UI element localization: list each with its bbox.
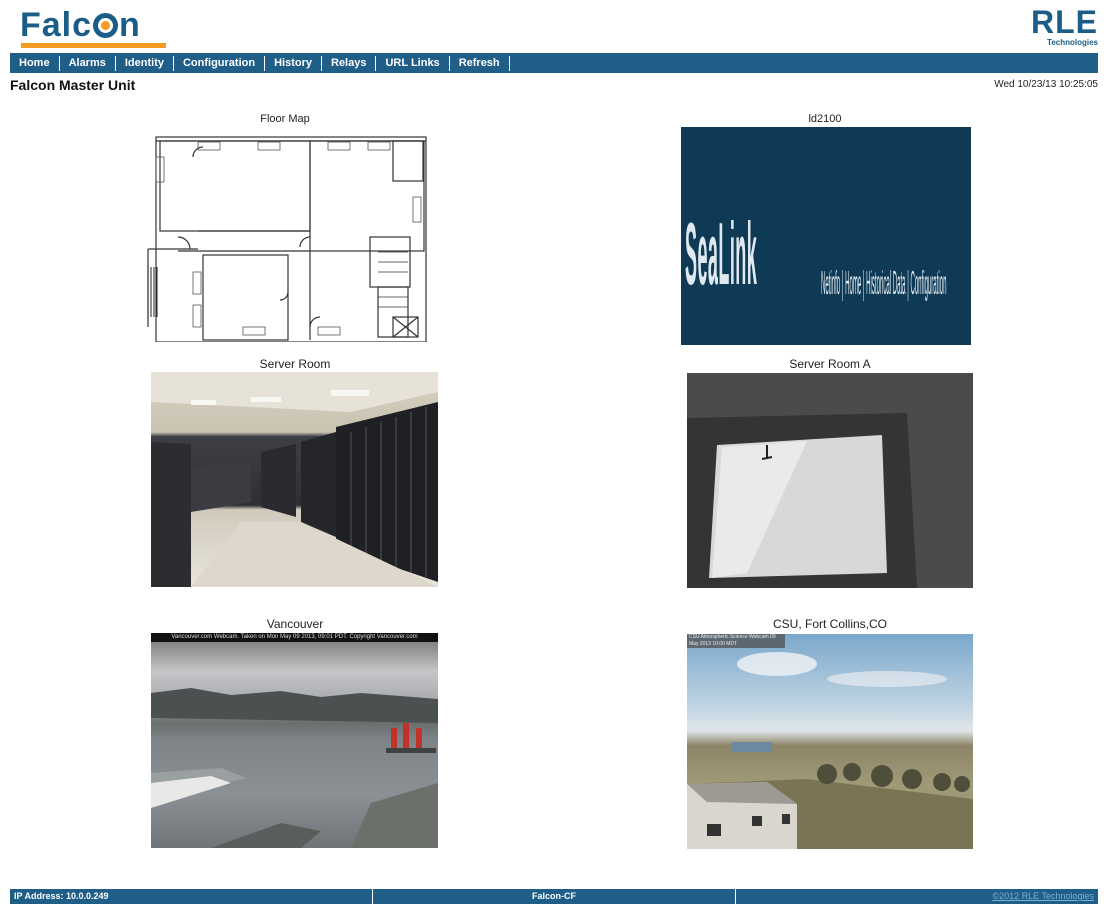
camera-tile-ld2100: ld2100 [680,112,970,126]
logo-text: Falc [20,6,93,44]
camera-label: Server Room A [789,357,871,371]
seallink-menu-text: Netinfo | Home | Historical Data | Confi… [821,267,947,303]
csu-fort-collins-image[interactable]: CSU Atmospheric Science Webcam 09 May 20… [687,634,973,849]
footer-bar: IP Address: 10.0.0.249 Falcon-CF ©2012 R… [10,889,1098,904]
camera-tile-vancouver: Vancouver [150,617,440,631]
nav-url-links[interactable]: URL Links [376,55,450,71]
nav-home[interactable]: Home [10,55,60,71]
logo-underline [21,43,166,48]
page-title: Falcon Master Unit [10,77,136,93]
seallink-logo-text: SeaLink [685,207,758,304]
camera-label: CSU, Fort Collins,CO [772,617,888,631]
floor-plan-icon [147,136,427,342]
rle-logo: RLE Technologies [1031,6,1098,47]
logo-o-icon [93,13,119,38]
main-nav: Home Alarms Identity Configuration Histo… [10,53,1098,73]
nav-refresh[interactable]: Refresh [450,55,510,71]
landscape-icon [687,652,973,849]
camera-tile-csu: CSU, Fort Collins,CO [685,617,975,631]
footer-ip-address: IP Address: 10.0.0.249 [14,891,109,901]
camera-label: Vancouver [266,617,324,631]
camera-tile-floor-map: Floor Map [140,112,430,126]
ld2100-image[interactable]: SeaLink Netinfo | Home | Historical Data… [681,127,971,345]
camera-label: Floor Map [260,113,310,125]
nav-configuration[interactable]: Configuration [174,55,266,71]
nav-identity[interactable]: Identity [116,55,174,71]
footer-copyright-link[interactable]: ©2012 RLE Technologies [992,891,1094,901]
camera-tile-server-room-a: Server Room A [685,357,975,371]
camera-label: Server Room [259,357,331,371]
server-room-image[interactable] [151,372,438,587]
falcon-logo: Falc n [20,8,141,42]
harbour-icon [151,688,438,848]
datetime: Wed 10/23/13 10:25:05 [994,79,1098,90]
vancouver-image[interactable]: Vancouver.com Webcam. Taken on Mon May 0… [151,633,438,848]
camera-label: ld2100 [808,113,842,125]
footer-copyright-cell: ©2012 RLE Technologies [736,889,1098,904]
nav-history[interactable]: History [265,55,322,71]
floor-map-image[interactable] [138,127,428,342]
server-room-a-image[interactable] [687,373,973,588]
nav-relays[interactable]: Relays [322,55,377,71]
server-racks-icon [151,372,438,587]
camera-tile-server-room: Server Room [150,357,440,371]
footer-device-name: Falcon-CF [372,889,736,904]
ceiling-panel-icon [687,373,973,588]
nav-alarms[interactable]: Alarms [60,55,116,71]
rle-logo-main: RLE [1031,4,1098,40]
logo-text-end: n [119,6,141,44]
